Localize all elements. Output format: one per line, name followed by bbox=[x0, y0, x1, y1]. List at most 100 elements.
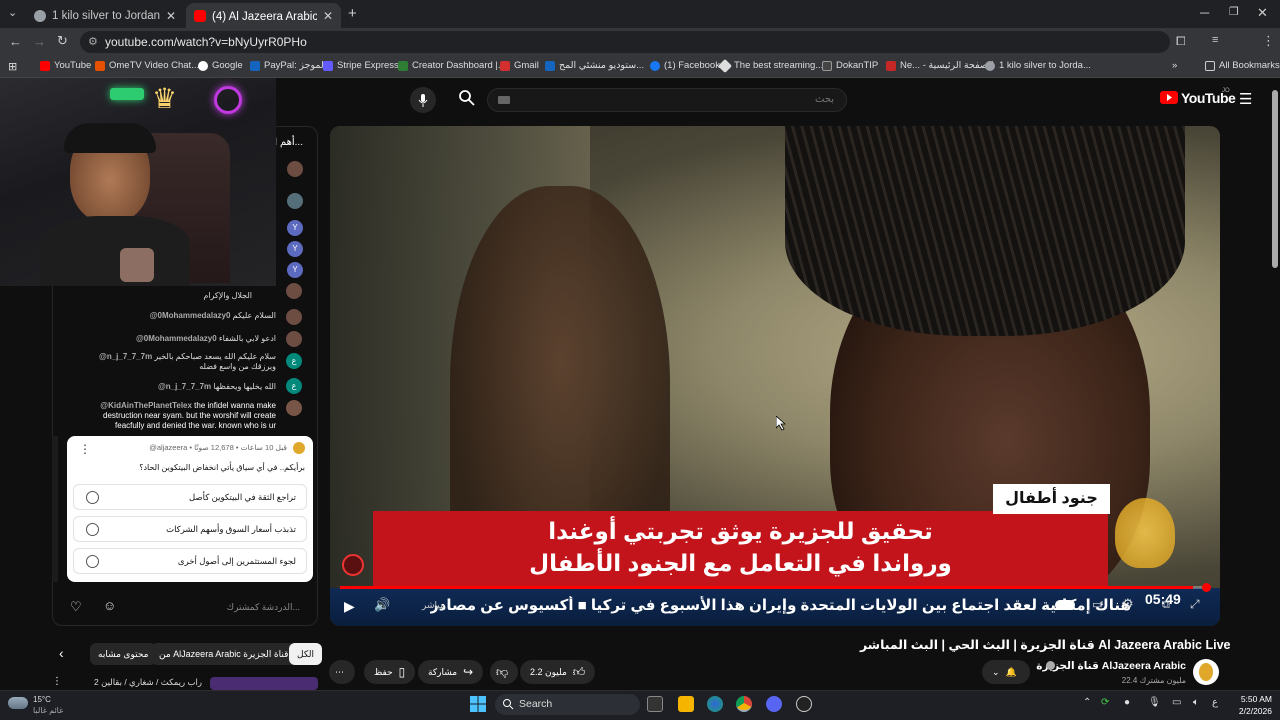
recommended-menu-icon[interactable]: ⋮ bbox=[52, 676, 62, 687]
bookmark-item[interactable]: PayPal: الموجز bbox=[250, 60, 326, 71]
chips-prev-icon[interactable]: ‹ bbox=[59, 645, 64, 661]
progress-bar[interactable] bbox=[340, 586, 1210, 589]
crown-neon-icon: ♛ bbox=[152, 83, 178, 114]
tab-aljazeera[interactable]: (4) Al Jazeera Arabic Live قناة الجزيرة … bbox=[186, 3, 341, 28]
minimize-icon[interactable]: ─ bbox=[1200, 5, 1209, 20]
autoplay-toggle[interactable] bbox=[1055, 600, 1075, 610]
video-title: قناة الجزيرة | البث الحي | البث المباشر … bbox=[860, 638, 1231, 652]
tab-search-icon[interactable]: ⌄ bbox=[8, 6, 17, 19]
chat-scrollbar[interactable] bbox=[52, 436, 58, 582]
poll-option[interactable]: تراجع الثقة في البيتكوين كأصل bbox=[73, 484, 307, 510]
search-placeholder: بحث bbox=[814, 94, 834, 105]
share-button[interactable]: مشاركة ↪ bbox=[418, 660, 484, 684]
tray-overflow-icon[interactable]: ⌃ bbox=[1083, 697, 1091, 708]
bookmark-item[interactable]: ستوديو منشئي المح... bbox=[545, 60, 644, 71]
thumbs-up-icon: 👍︎ bbox=[572, 665, 586, 679]
site-info-icon[interactable]: ⚙ bbox=[88, 31, 98, 53]
chat-input[interactable]: الدردشة كمشترك... bbox=[100, 598, 300, 616]
volume-icon[interactable]: 🔊 bbox=[374, 597, 390, 613]
recommended-title[interactable]: راب ريمكث / شغاري / بقالين 2 bbox=[94, 677, 202, 688]
sync-icon[interactable]: ⟳ bbox=[1101, 697, 1109, 708]
keyboard-icon[interactable] bbox=[498, 96, 510, 104]
recommended-thumbnail[interactable] bbox=[210, 677, 318, 690]
edge-icon[interactable] bbox=[707, 696, 723, 712]
search-input[interactable]: بحث bbox=[487, 88, 847, 112]
bookmark-item[interactable]: YouTube bbox=[40, 60, 91, 71]
chip-similar[interactable]: محتوى مشابه bbox=[90, 643, 157, 665]
close-tab-icon[interactable]: ✕ bbox=[323, 9, 333, 23]
video-player[interactable]: جنود أطفال تحقيق للجزيرة يوثق تجربتي أوغ… bbox=[330, 126, 1220, 626]
address-bar[interactable]: ⚙ youtube.com/watch?v=bNyUyrR0PHo bbox=[80, 31, 1170, 53]
obs-icon[interactable] bbox=[796, 696, 812, 712]
voice-search-icon[interactable] bbox=[410, 87, 436, 113]
maximize-icon[interactable]: ❐ bbox=[1229, 5, 1239, 18]
file-explorer-icon[interactable] bbox=[678, 696, 694, 712]
poll-option[interactable]: لجوء المستثمرين إلى أصول أخرى bbox=[73, 548, 307, 574]
tab-silver[interactable]: 1 kilo silver to Jordanian dinar ✕ bbox=[26, 3, 184, 28]
hamburger-menu-icon[interactable]: ☰ bbox=[1239, 90, 1252, 108]
like-button[interactable]: 2.2 مليون 👍︎ bbox=[520, 660, 596, 684]
chrome-icon[interactable] bbox=[736, 696, 752, 712]
heart-icon[interactable]: ♡ bbox=[70, 599, 82, 615]
chrome-menu-icon[interactable]: ⋮ bbox=[1262, 33, 1275, 49]
fullscreen-icon[interactable]: ⤢ bbox=[1190, 597, 1200, 612]
bookmark-item[interactable]: DokanTIP bbox=[822, 60, 878, 71]
chip-from-channel[interactable]: من AlJazeera Arabic قناة الجزيرة bbox=[151, 643, 297, 665]
youtube-logo-icon[interactable] bbox=[1160, 91, 1178, 104]
bookmark-item[interactable]: Google bbox=[198, 60, 243, 71]
network-icon[interactable]: ▭ bbox=[1172, 697, 1181, 708]
bookmarks-overflow-icon[interactable]: » bbox=[1172, 60, 1177, 71]
channel-avatar[interactable] bbox=[1193, 659, 1219, 685]
taskbar-search[interactable]: Search bbox=[495, 694, 640, 715]
new-tab-icon[interactable]: + bbox=[348, 5, 357, 22]
apps-grid-icon[interactable]: ⊞ bbox=[8, 60, 17, 73]
live-badge[interactable]: مباشر bbox=[422, 600, 445, 611]
search-icon[interactable] bbox=[458, 89, 476, 107]
bookmark-item[interactable]: OmeTV Video Chat... bbox=[95, 60, 199, 71]
language-icon[interactable]: ع bbox=[1212, 697, 1218, 708]
windows-start-icon[interactable] bbox=[470, 696, 486, 712]
bookmark-item[interactable]: (1) Facebook bbox=[650, 60, 720, 71]
dislike-button[interactable]: 👎︎ bbox=[490, 660, 518, 684]
play-icon[interactable]: ▶ bbox=[344, 598, 355, 615]
settings-gear-icon[interactable]: ⚙ bbox=[1122, 596, 1134, 612]
reload-icon[interactable]: ↻ bbox=[57, 33, 68, 49]
forward-icon[interactable]: → bbox=[33, 34, 46, 49]
bookmark-item[interactable]: 1 kilo silver to Jorda... bbox=[985, 60, 1091, 71]
chip-all[interactable]: الكل bbox=[289, 643, 323, 665]
captions-icon[interactable]: ▭ bbox=[1092, 598, 1102, 611]
close-tab-icon[interactable]: ✕ bbox=[166, 9, 176, 23]
save-button[interactable]: حفظ ▯ bbox=[364, 660, 416, 684]
extensions-icon[interactable]: ⧠ bbox=[1176, 34, 1186, 49]
poll-option[interactable]: تذبذب أسعار السوق وأسهم الشركات bbox=[73, 516, 307, 542]
miniplayer-icon[interactable]: ⧉ bbox=[1162, 599, 1170, 612]
meta-icon bbox=[545, 60, 555, 71]
save-label: حفظ bbox=[374, 667, 393, 677]
bookmark-item[interactable]: Gmail bbox=[500, 60, 539, 71]
app-tray-icon[interactable]: ● bbox=[1124, 697, 1130, 708]
page-scrollbar[interactable] bbox=[1272, 90, 1278, 268]
weather-icon[interactable] bbox=[8, 697, 28, 709]
all-bookmarks[interactable]: All Bookmarks bbox=[1205, 60, 1280, 71]
weather-widget[interactable]: 15°C غائم غالبا bbox=[33, 694, 63, 716]
streamer-shirt bbox=[40, 216, 190, 286]
bookmark-item[interactable]: Stripe Express bbox=[323, 60, 399, 71]
microphone-icon[interactable]: 🎙︎ bbox=[1148, 697, 1161, 708]
discord-icon[interactable] bbox=[766, 696, 782, 712]
bookmark-item[interactable]: Creator Dashboard |... bbox=[398, 60, 506, 71]
scrubber-handle[interactable] bbox=[1202, 583, 1211, 592]
subscribed-button[interactable]: ⌄ 🔔 bbox=[982, 660, 1030, 684]
window-close-icon[interactable]: ✕ bbox=[1257, 5, 1268, 21]
speaker-icon[interactable]: 🔈︎ bbox=[1193, 697, 1199, 708]
more-actions-button[interactable]: ⋯ bbox=[329, 660, 355, 684]
bookmark-item[interactable]: The best streaming... bbox=[717, 58, 823, 73]
channel-name[interactable]: قناة الجزيرة AlJazeera Arabic bbox=[1030, 660, 1186, 672]
poll-menu-icon[interactable]: ⋮ bbox=[79, 442, 91, 456]
taskbar-clock[interactable]: 5:50 AM 2/2/2026 bbox=[1222, 693, 1272, 717]
back-icon[interactable]: ← bbox=[9, 34, 22, 49]
task-view-icon[interactable] bbox=[647, 696, 663, 712]
chat-avatar: ع bbox=[286, 378, 302, 394]
dokantip-icon bbox=[822, 60, 832, 71]
bookmark-item[interactable]: Ne... - الصفحة الرئيسية bbox=[886, 60, 994, 71]
media-icon[interactable]: ≡ bbox=[1212, 34, 1218, 46]
